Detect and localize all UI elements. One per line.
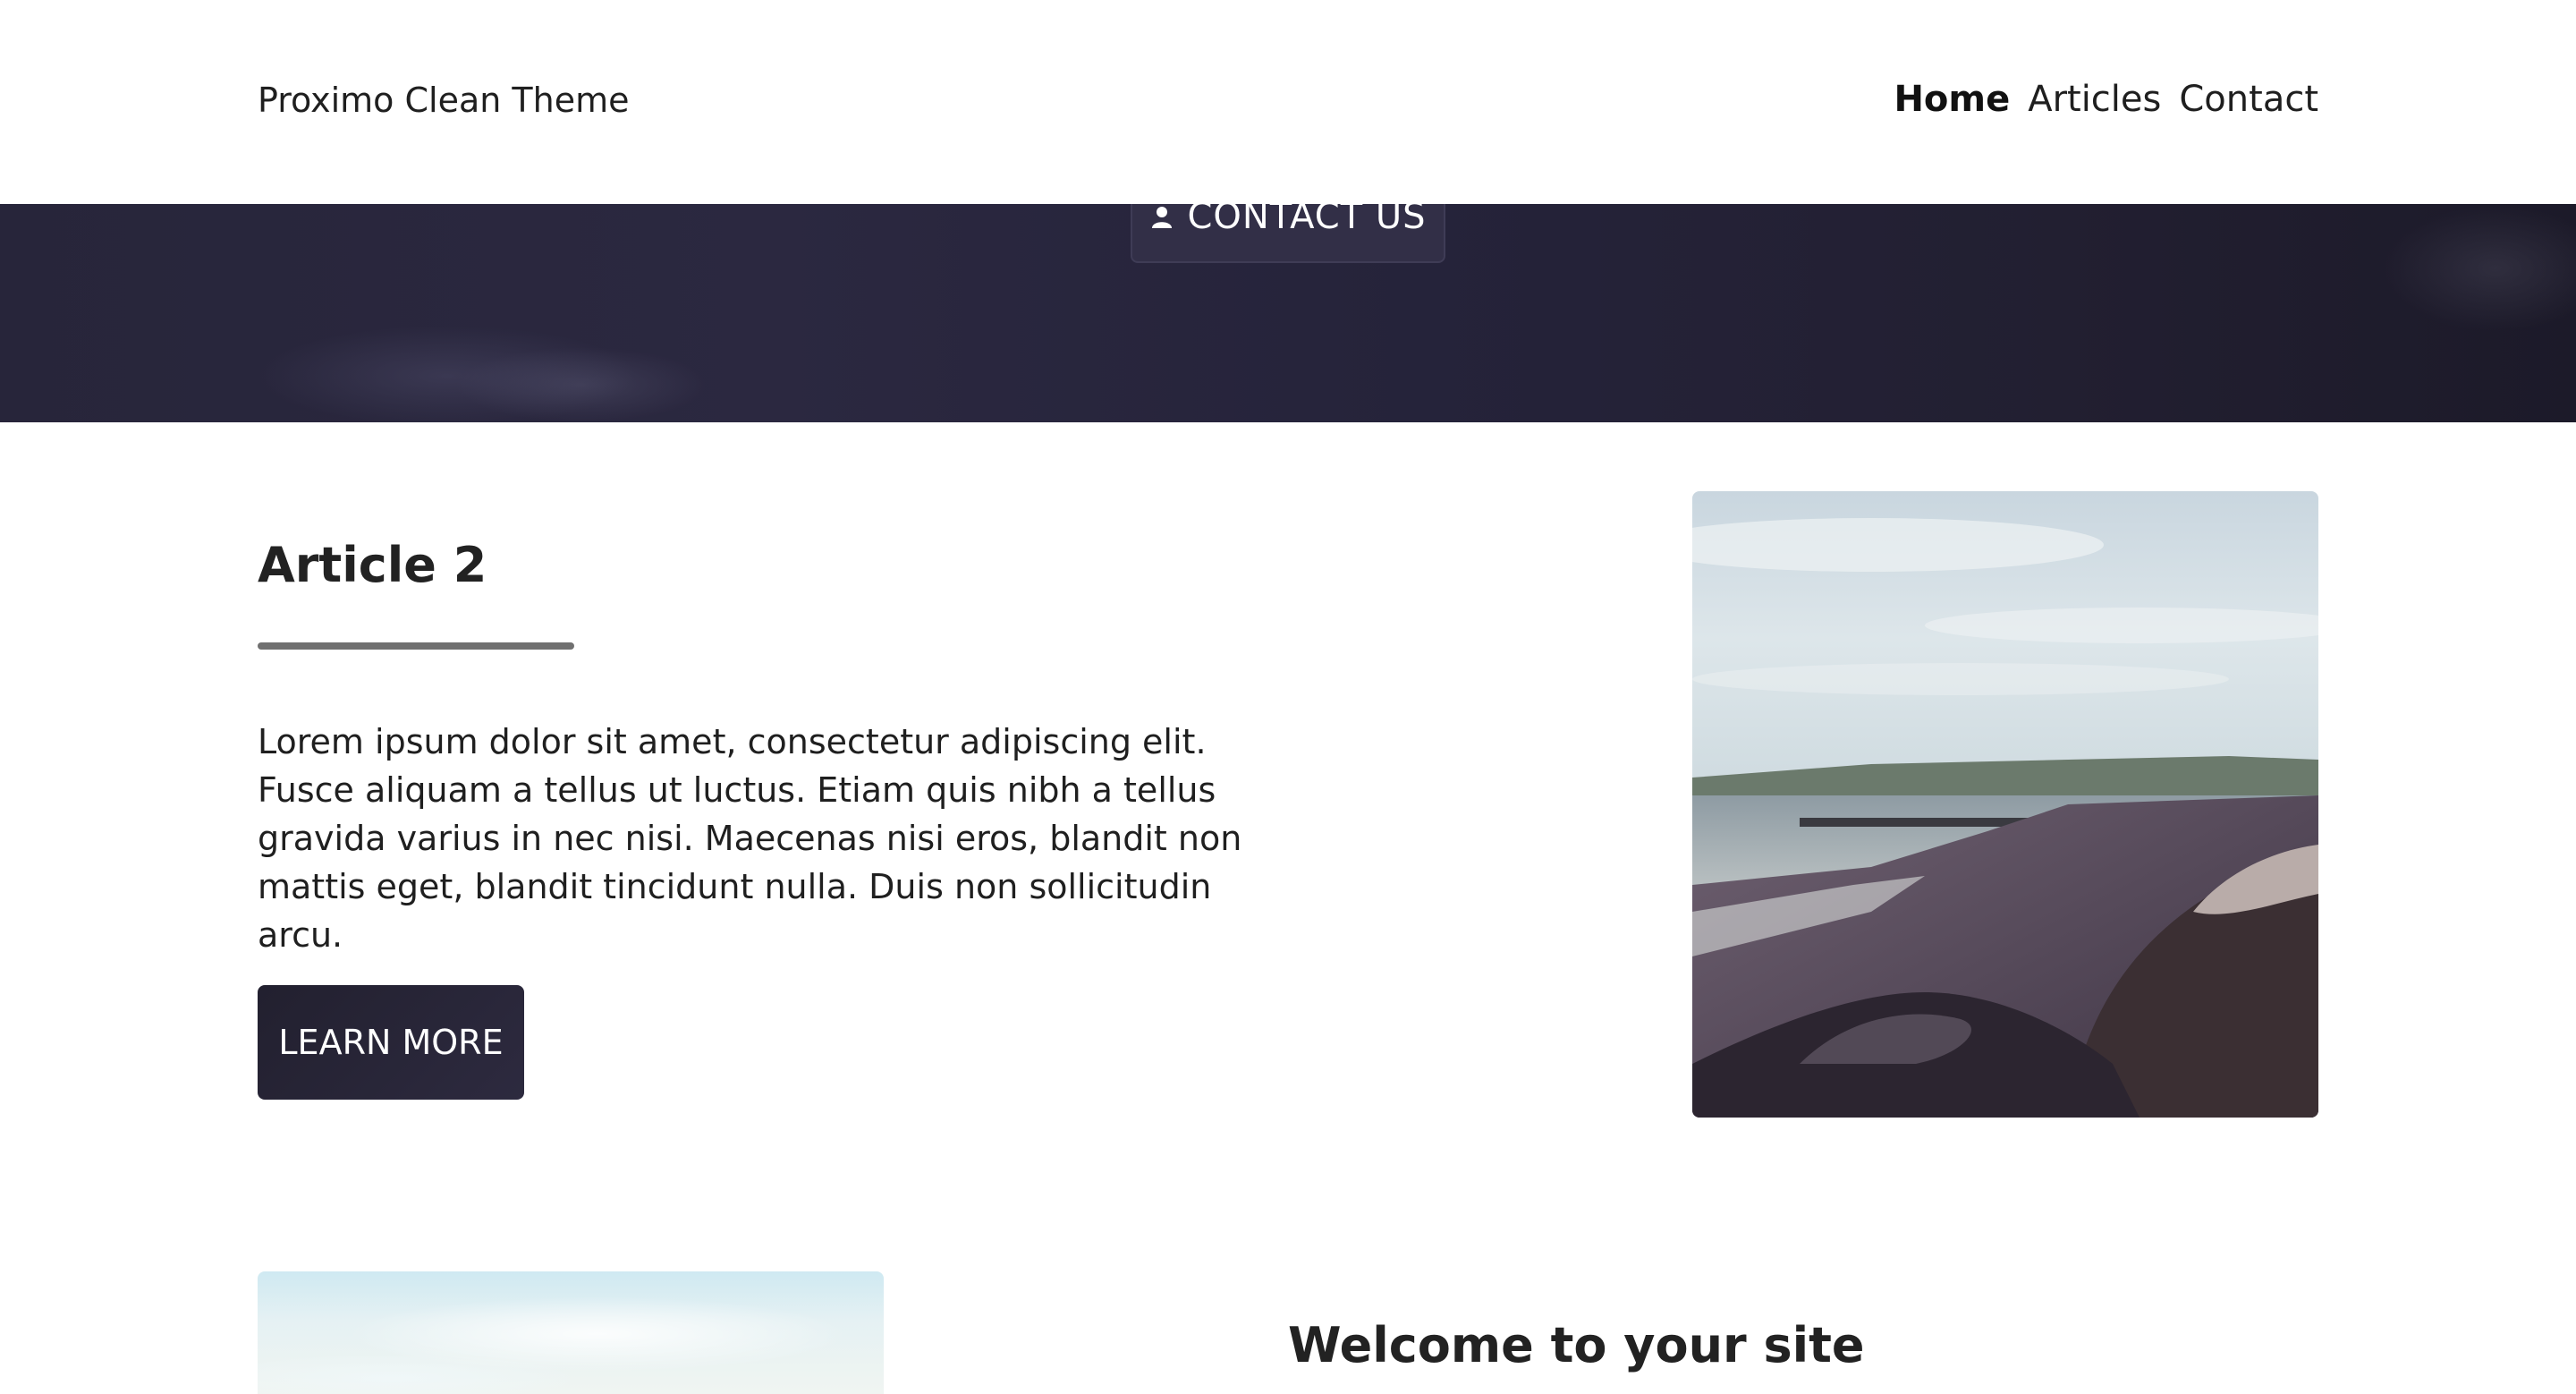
user-icon [1149, 204, 1174, 229]
article-title: Article 2 [258, 537, 487, 593]
nav-item-home[interactable]: Home [1894, 79, 2010, 120]
section-title: Welcome to your site [1288, 1317, 1865, 1373]
site-title[interactable]: Proximo Clean Theme [258, 81, 630, 120]
sky-photo [258, 1271, 884, 1394]
beach-photo [1692, 491, 2318, 1118]
nav-item-articles[interactable]: Articles [2028, 79, 2161, 120]
learn-more-button[interactable]: LEARN MORE [258, 985, 524, 1100]
site-header: Proximo Clean Theme Home Articles Contac… [0, 0, 2576, 204]
article-body: Lorem ipsum dolor sit amet, consectetur … [258, 722, 1242, 955]
nav-item-contact[interactable]: Contact [2179, 79, 2318, 120]
main-nav: Home Articles Contact [1894, 79, 2318, 120]
title-divider [258, 642, 574, 650]
